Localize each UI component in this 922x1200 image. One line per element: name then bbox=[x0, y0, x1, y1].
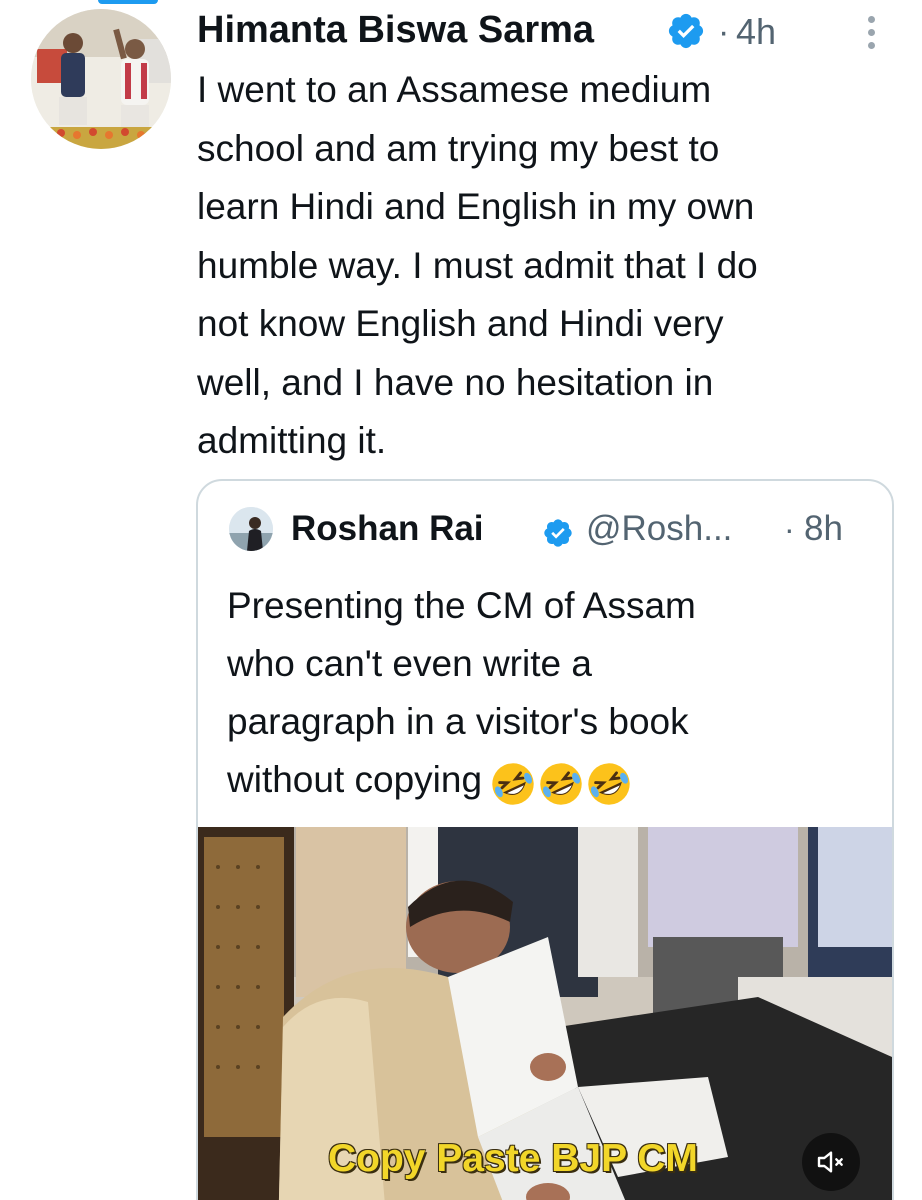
tweet-text-line: well, and I have no hesitation in bbox=[197, 361, 714, 403]
quoted-text-line: Presenting the CM of Assam bbox=[227, 585, 696, 626]
quoted-time-separator: · bbox=[784, 511, 795, 547]
quoted-text-line-with-emoji: without copying bbox=[227, 751, 867, 811]
speaker-muted-icon[interactable] bbox=[802, 1133, 860, 1191]
quoted-text-line: who can't even write a bbox=[227, 643, 592, 684]
tweet-timestamp[interactable]: 4h bbox=[736, 6, 776, 58]
quoted-author-avatar[interactable] bbox=[229, 507, 273, 551]
verified-badge-icon[interactable] bbox=[666, 11, 706, 51]
top-tab-indicator bbox=[98, 0, 158, 4]
quoted-tweet-timestamp[interactable]: 8h bbox=[804, 505, 843, 553]
tweet-text: I went to an Assamese medium school and … bbox=[197, 61, 897, 471]
rolling-on-floor-laughing-emoji-icon bbox=[490, 761, 536, 807]
quoted-text-line: without copying bbox=[227, 759, 483, 800]
more-dot bbox=[867, 41, 875, 49]
tweet-text-line: humble way. I must admit that I do bbox=[197, 244, 758, 286]
quoted-tweet-text: Presenting the CM of Assam who can't eve… bbox=[227, 577, 867, 811]
video-caption: Copy Paste BJP CM bbox=[328, 1137, 698, 1180]
tweet-text-line: learn Hindi and English in my own bbox=[197, 186, 755, 227]
rolling-on-floor-laughing-emoji-icon bbox=[538, 761, 584, 807]
author-avatar[interactable] bbox=[31, 9, 171, 149]
tweet-text-line: not know English and Hindi very bbox=[197, 303, 724, 344]
more-dot bbox=[867, 28, 875, 36]
tweet-text-line: admitting it. bbox=[197, 420, 387, 461]
quoted-author-handle[interactable]: @Rosh... bbox=[586, 505, 732, 553]
more-dot bbox=[867, 15, 875, 23]
verified-badge-icon[interactable] bbox=[542, 517, 574, 549]
emoji-group bbox=[490, 753, 634, 811]
quoted-tweet-card[interactable]: Roshan Rai @Rosh... · 8h Presenting the … bbox=[196, 479, 894, 1200]
tweet-text-line: I went to an Assamese medium bbox=[197, 69, 712, 110]
tweet-text-line: school and am trying my best to bbox=[197, 127, 720, 169]
time-separator: · bbox=[718, 13, 730, 51]
author-name[interactable]: Himanta Biswa Sarma bbox=[197, 4, 594, 56]
tweet-page: Himanta Biswa Sarma · 4h I went to an As… bbox=[0, 0, 922, 1200]
quoted-author-name[interactable]: Roshan Rai bbox=[291, 505, 484, 553]
quoted-text-line: paragraph in a visitor's book bbox=[227, 701, 689, 742]
more-options-icon[interactable] bbox=[856, 10, 886, 54]
rolling-on-floor-laughing-emoji-icon bbox=[586, 761, 632, 807]
embedded-video[interactable]: Copy Paste BJP CM bbox=[198, 827, 892, 1200]
